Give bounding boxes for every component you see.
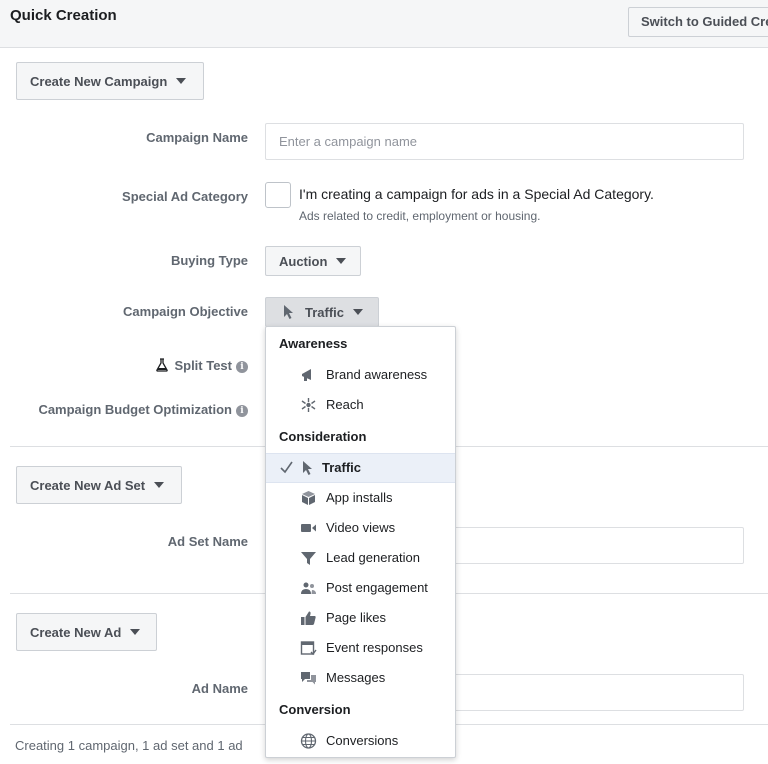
menu-item-label: Post engagement <box>326 580 428 595</box>
menu-item-traffic[interactable]: Traffic <box>266 453 455 483</box>
campaign-budget-optimization-label: Campaign Budget Optimization <box>38 402 232 417</box>
special-ad-category-label: Special Ad Category <box>122 189 248 204</box>
menu-item-label: Brand awareness <box>326 367 428 382</box>
buying-type-label: Buying Type <box>170 253 248 268</box>
page-header: Quick Creation Switch to Guided Creation <box>0 0 768 48</box>
campaign-objective-dropdown[interactable]: Traffic <box>265 297 379 327</box>
menu-item-video-views[interactable]: Video views <box>266 513 455 543</box>
menu-item-messages[interactable]: Messages <box>266 663 455 693</box>
campaign-objective-label: Campaign Objective <box>123 304 248 319</box>
campaign-objective-menu: Awareness Brand awareness Reach Consider… <box>265 326 456 758</box>
info-icon[interactable]: i <box>236 405 248 417</box>
menu-item-post-engagement[interactable]: Post engagement <box>266 573 455 603</box>
menu-item-page-likes[interactable]: Page likes <box>266 603 455 633</box>
campaign-objective-value: Traffic <box>305 304 345 320</box>
menu-group-heading: Consideration <box>279 429 367 444</box>
menu-item-event-responses[interactable]: Event responses <box>266 633 455 663</box>
menu-item-brand-awareness[interactable]: Brand awareness <box>266 360 455 390</box>
caret-down-icon <box>353 309 364 315</box>
menu-item-label: Video views <box>326 520 396 535</box>
campaign-name-label: Campaign Name <box>146 130 248 145</box>
create-new-campaign-dropdown[interactable]: Create New Campaign <box>16 62 204 100</box>
menu-item-label: Event responses <box>326 640 423 655</box>
reach-icon <box>301 398 316 412</box>
create-new-ad-set-label: Create New Ad Set <box>30 477 146 493</box>
buying-type-dropdown[interactable]: Auction <box>265 246 361 276</box>
thumbs-up-icon <box>301 611 316 625</box>
page-title: Quick Creation <box>10 7 117 24</box>
megaphone-icon <box>302 369 311 381</box>
menu-item-label: Page likes <box>326 610 386 625</box>
menu-item-label: Lead generation <box>326 550 420 565</box>
create-new-ad-set-dropdown[interactable]: Create New Ad Set <box>16 466 182 504</box>
ad-name-label: Ad Name <box>191 681 248 696</box>
info-icon[interactable]: i <box>236 361 248 373</box>
menu-item-label: Conversions <box>326 733 399 748</box>
menu-item-conversions[interactable]: Conversions <box>266 726 455 756</box>
video-camera-icon <box>301 524 316 532</box>
funnel-icon <box>301 552 316 565</box>
create-new-ad-label: Create New Ad <box>30 624 122 640</box>
switch-to-guided-button[interactable]: Switch to Guided Creation <box>628 7 768 37</box>
box-icon <box>302 491 315 505</box>
caret-down-icon <box>336 258 347 264</box>
cursor-icon <box>284 305 293 319</box>
menu-group-heading: Awareness <box>279 336 348 351</box>
cbo-row: Campaign Budget Optimization i <box>38 402 248 417</box>
create-new-ad-dropdown[interactable]: Create New Ad <box>16 613 157 651</box>
caret-down-icon <box>176 78 187 84</box>
menu-item-reach[interactable]: Reach <box>266 390 455 420</box>
menu-item-label: Traffic <box>322 460 362 475</box>
special-ad-category-checkbox[interactable] <box>265 182 291 208</box>
buying-type-value: Auction <box>279 253 328 269</box>
split-test-label: Split Test <box>174 358 232 373</box>
campaign-name-input[interactable]: Enter a campaign name <box>265 123 744 160</box>
cursor-icon <box>303 461 312 475</box>
special-ad-category-text: I'm creating a campaign for ads in a Spe… <box>299 186 654 202</box>
menu-item-label: App installs <box>326 490 393 505</box>
create-new-campaign-label: Create New Campaign <box>30 73 168 89</box>
creation-summary: Creating 1 campaign, 1 ad set and 1 ad <box>15 738 243 753</box>
menu-item-label: Reach <box>326 397 364 412</box>
checkmark-icon <box>280 461 293 474</box>
menu-item-label: Messages <box>326 670 386 685</box>
calendar-icon <box>300 641 317 656</box>
globe-icon <box>300 733 317 749</box>
special-ad-category-subtext: Ads related to credit, employment or hou… <box>299 209 541 223</box>
menu-item-lead-generation[interactable]: Lead generation <box>266 543 455 573</box>
caret-down-icon <box>130 629 141 635</box>
chat-bubbles-icon <box>301 672 316 685</box>
menu-group-heading: Conversion <box>279 702 351 717</box>
people-icon <box>301 582 316 594</box>
split-test-row: Split Test i <box>156 358 248 373</box>
ad-set-name-label: Ad Set Name <box>167 534 248 549</box>
flask-icon <box>156 358 169 372</box>
menu-item-app-installs[interactable]: App installs <box>266 483 455 513</box>
caret-down-icon <box>154 482 165 488</box>
